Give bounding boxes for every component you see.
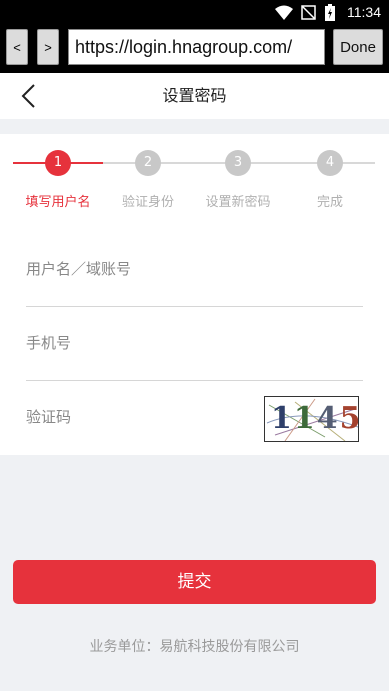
username-placeholder: 用户名／域账号 — [26, 260, 132, 278]
captcha-text: 1145 — [271, 401, 358, 436]
step-3-label: 设置新密码 — [205, 195, 271, 210]
captcha-char-4: 5 — [340, 401, 358, 436]
status-icons — [275, 4, 335, 21]
status-time: 11:34 — [347, 4, 381, 20]
progress-stepper: 1 2 3 4 填写用户名 验证身份 设置新密码 完成 — [0, 150, 389, 210]
captcha-field[interactable]: 验证码 — [26, 381, 256, 455]
browser-forward-button[interactable]: > — [37, 29, 59, 65]
page-title: 设置密码 — [162, 86, 227, 105]
submit-button[interactable]: 提交 — [13, 560, 376, 604]
form-panel: 1 2 3 4 填写用户名 验证身份 设置新密码 完成 用户名／域账号 手机号 … — [0, 134, 389, 455]
step-4-label: 完成 — [316, 195, 343, 210]
chevron-left-icon — [21, 84, 35, 108]
browser-back-button[interactable]: < — [6, 29, 28, 65]
done-button[interactable]: Done — [333, 29, 383, 65]
step-2-label: 验证身份 — [121, 195, 174, 210]
captcha-image[interactable]: 1145 — [264, 396, 359, 442]
signal-off-icon — [301, 4, 316, 20]
footer-text: 业务单位：易航科技股份有限公司 — [89, 639, 300, 655]
back-button[interactable] — [18, 83, 42, 109]
captcha-char-1: 1 — [271, 401, 294, 436]
status-bar: 11:34 — [0, 0, 389, 26]
step-3-circle: 3 — [225, 150, 251, 176]
step-2-circle: 2 — [135, 150, 161, 176]
captcha-placeholder: 验证码 — [26, 408, 72, 426]
step-4-circle: 4 — [317, 150, 343, 176]
username-field[interactable]: 用户名／域账号 — [26, 233, 363, 307]
phone-field[interactable]: 手机号 — [26, 307, 363, 381]
url-field[interactable]: https://login.hnagroup.com/ — [68, 29, 325, 65]
browser-toolbar: < > https://login.hnagroup.com/ Done — [0, 26, 389, 73]
page-header: 设置密码 — [0, 73, 389, 119]
captcha-char-3: 4 — [316, 401, 340, 436]
wifi-icon — [275, 5, 293, 20]
phone-placeholder: 手机号 — [26, 334, 72, 352]
step-1-label: 填写用户名 — [25, 195, 91, 210]
step-1-circle: 1 — [45, 150, 71, 176]
captcha-char-2: 1 — [293, 401, 317, 436]
battery-icon — [325, 4, 335, 21]
